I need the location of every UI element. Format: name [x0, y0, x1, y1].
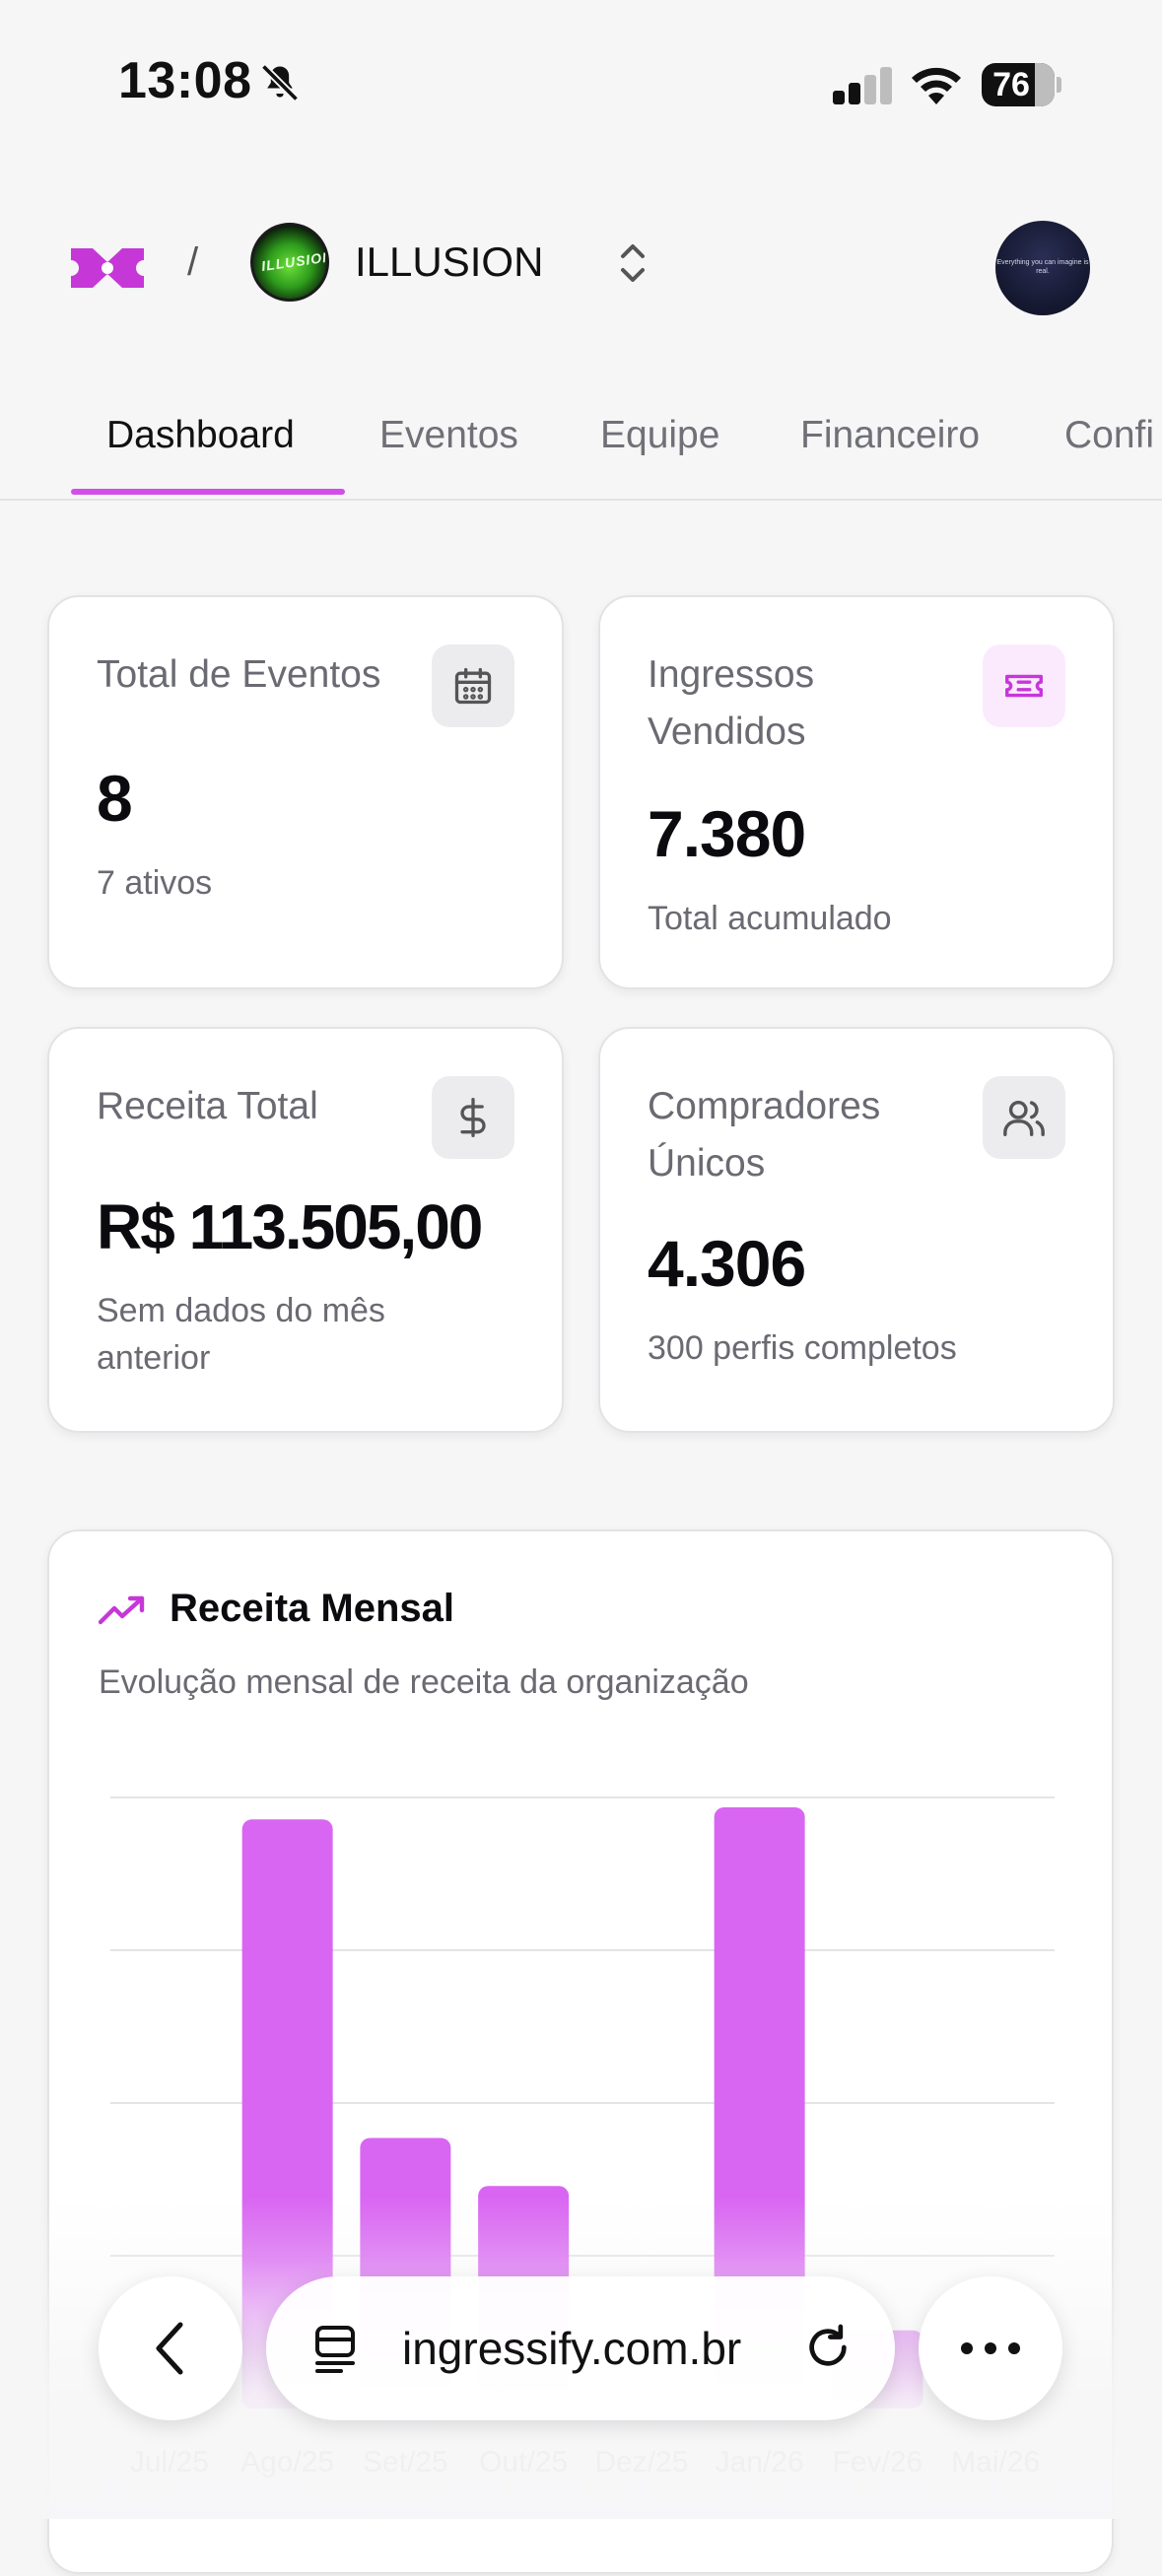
- tab-dashboard[interactable]: Dashboard: [106, 414, 295, 457]
- tab-configuracoes[interactable]: Confi: [1064, 414, 1154, 457]
- stat-card-receita-total: Receita Total R$ 113.505,00 Sem dados do…: [47, 1027, 564, 1433]
- chart-x-tick-label: Set/25: [363, 2446, 448, 2478]
- dollar-icon: [432, 1076, 514, 1159]
- nav-tabs: Dashboard Eventos Equipe Financeiro Conf…: [0, 394, 1162, 501]
- chart-x-tick-label: Mai/26: [951, 2446, 1040, 2478]
- breadcrumb-separator: /: [187, 240, 199, 284]
- more-horizontal-icon: [961, 2342, 1020, 2354]
- stat-subtitle: Total acumulado: [648, 900, 892, 937]
- back-button[interactable]: [99, 2276, 242, 2420]
- stat-subtitle: Sem dados do mês anterior: [97, 1292, 385, 1377]
- stat-title: Compradores Únicos: [648, 1085, 881, 1185]
- url-text: ingressify.com.br: [402, 2323, 742, 2374]
- stat-title: Total de Eventos: [97, 653, 381, 696]
- stat-value: 4.306: [648, 1227, 806, 1300]
- stat-value: 8: [97, 762, 133, 835]
- chart-x-tick-label: Jan/26: [716, 2446, 804, 2478]
- chevron-left-icon: [156, 2322, 183, 2375]
- address-bar[interactable]: ingressify.com.br: [266, 2276, 895, 2420]
- battery-icon: 76: [982, 63, 1055, 106]
- user-avatar-text: Everything you can imagine is real.: [996, 259, 1089, 275]
- calendar-icon: [432, 644, 514, 727]
- users-icon: [983, 1076, 1065, 1159]
- stat-value: 7.380: [648, 797, 806, 870]
- tab-equipe[interactable]: Equipe: [600, 414, 719, 457]
- cellular-signal-icon: [833, 67, 892, 104]
- org-name[interactable]: ILLUSION: [355, 238, 543, 286]
- stat-subtitle: 7 ativos: [97, 864, 213, 902]
- chart-x-tick-label: Out/25: [479, 2446, 568, 2478]
- chart-x-tick-label: Fev/26: [833, 2446, 923, 2478]
- stat-card-ingressos-vendidos: Ingressos Vendidos 7.380 Total acumulado: [598, 595, 1115, 989]
- ingressify-logo-icon[interactable]: [71, 248, 144, 288]
- chart-x-tick-label: Jul/25: [130, 2446, 209, 2478]
- stat-title: Receita Total: [97, 1085, 318, 1127]
- org-logo-text: ILLUSION: [260, 247, 329, 275]
- tab-eventos[interactable]: Eventos: [379, 414, 518, 457]
- ticket-icon: [983, 644, 1065, 727]
- org-avatar[interactable]: ILLUSION: [250, 223, 329, 302]
- more-options-button[interactable]: [919, 2276, 1062, 2420]
- tabs-icon: [315, 2326, 355, 2373]
- battery-level: 76: [992, 66, 1030, 103]
- status-time: 13:08: [118, 52, 252, 109]
- stat-card-compradores-unicos: Compradores Únicos 4.306 300 perfis comp…: [598, 1027, 1115, 1433]
- active-tab-indicator: [71, 489, 345, 495]
- stat-card-total-eventos: Total de Eventos 8 7 ativos: [47, 595, 564, 989]
- reload-icon[interactable]: [800, 2320, 855, 2375]
- chart-x-tick-label: Dez/25: [594, 2446, 688, 2478]
- tab-financeiro[interactable]: Financeiro: [800, 414, 980, 457]
- stat-value: R$ 113.505,00: [97, 1191, 483, 1262]
- stat-subtitle: 300 perfis completos: [648, 1329, 957, 1367]
- wifi-icon: [912, 67, 961, 104]
- stat-title: Ingressos Vendidos: [648, 653, 815, 753]
- chart-x-tick-label: Ago/25: [240, 2446, 334, 2478]
- bell-muted-icon: [260, 63, 300, 102]
- user-avatar[interactable]: Everything you can imagine is real.: [995, 221, 1090, 315]
- chevrons-up-down-icon[interactable]: [613, 238, 652, 288]
